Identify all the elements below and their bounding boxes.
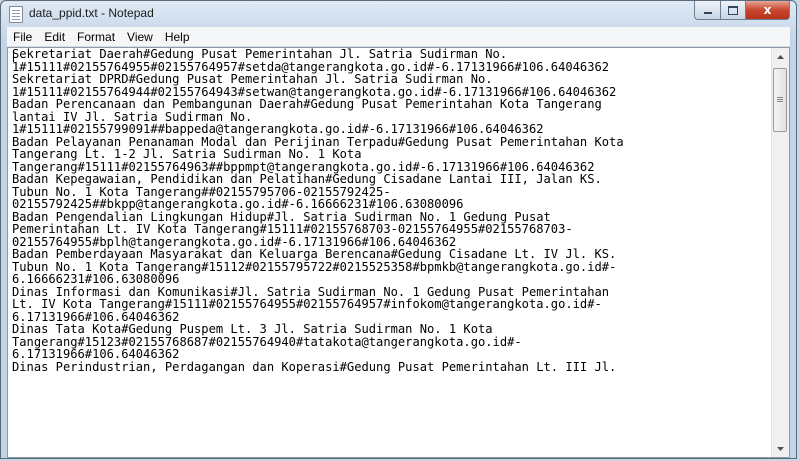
text-line: Sekretariat Daerah#Gedung Pusat Pemerint… (12, 48, 508, 61)
text-line: 6.17131966#106.64046362 (12, 347, 180, 361)
maximize-icon (728, 5, 738, 15)
window-title: data_ppid.txt - Notepad (29, 6, 154, 20)
grip-icon (777, 97, 783, 98)
text-line: Sekretariat DPRD#Gedung Pusat Pemerintah… (12, 72, 493, 86)
text-line: Badan Kepegawaian, Pendidikan dan Pelati… (12, 172, 602, 186)
menu-bar: File Edit Format View Help (7, 27, 790, 47)
chevron-down-icon (777, 446, 784, 451)
maximize-button[interactable] (720, 1, 746, 20)
scrollbar-thumb[interactable] (773, 68, 787, 132)
close-icon: x (763, 3, 772, 17)
vertical-scrollbar[interactable] (771, 48, 789, 457)
title-bar[interactable]: data_ppid.txt - Notepad x (1, 1, 796, 27)
text-line: Badan Perencanaan dan Pembangunan Daerah… (12, 97, 602, 111)
text-line: Pemerintahan Lt. IV Kota Tangerang#15111… (12, 222, 573, 236)
minimize-icon (703, 11, 712, 14)
text-line: 02155792425##bkpp@tangerangkota.go.id#-6… (12, 197, 464, 211)
window-controls: x (694, 1, 790, 21)
menu-edit[interactable]: Edit (38, 30, 71, 44)
notepad-icon[interactable] (9, 6, 23, 23)
text-line: Dinas Perindustrian, Perdagangan dan Kop… (12, 359, 617, 374)
text-caret (13, 50, 14, 62)
notepad-window: data_ppid.txt - Notepad x File Edit Form… (0, 0, 797, 459)
scroll-up-button[interactable] (772, 48, 789, 65)
text-line: Dinas Tata Kota#Gedung Puspem Lt. 3 Jl. … (12, 322, 493, 336)
scroll-down-button[interactable] (772, 440, 789, 457)
menu-file[interactable]: File (7, 30, 38, 44)
text-editor[interactable]: Sekretariat Daerah#Gedung Pusat Pemerint… (7, 47, 790, 458)
text-line: Tangerang Lt. 1-2 Jl. Satria Sudirman No… (12, 147, 362, 161)
menu-view[interactable]: View (121, 30, 159, 44)
text-line: Badan Pemberdayaan Masyarakat dan Keluar… (12, 247, 617, 261)
chevron-up-icon (777, 54, 784, 59)
minimize-button[interactable] (694, 1, 720, 20)
text-line: Lt. IV Kota Tangerang#15111#02155764955#… (12, 297, 602, 311)
text-line: 6.16666231#106.63080096 (12, 272, 180, 286)
close-button[interactable]: x (746, 1, 790, 20)
menu-format[interactable]: Format (71, 30, 121, 44)
text-content[interactable]: Sekretariat Daerah#Gedung Pusat Pemerint… (12, 48, 767, 457)
menu-help[interactable]: Help (159, 30, 196, 44)
text-line: 1#15111#02155799091##bappeda@tangerangko… (12, 122, 544, 136)
